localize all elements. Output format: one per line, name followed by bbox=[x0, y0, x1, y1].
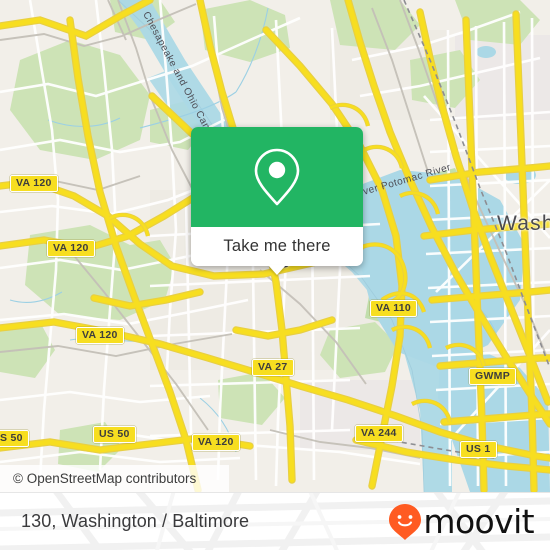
road-shield-us1[interactable]: US 1 bbox=[460, 441, 497, 458]
road-shield-va120[interactable]: VA 120 bbox=[192, 434, 240, 451]
callout-icon-area bbox=[191, 127, 363, 227]
place-label-washington: Wash bbox=[497, 212, 550, 235]
map-attribution[interactable]: © OpenStreetMap contributors bbox=[0, 465, 229, 492]
page-title: 130, Washington / Baltimore bbox=[21, 511, 250, 531]
moovit-station-page: Arlington Wash Chesapeake and Ohio Canal… bbox=[0, 0, 550, 550]
road-shield-us50[interactable]: US 50 bbox=[93, 426, 136, 443]
road-shield-us50[interactable]: S 50 bbox=[0, 430, 29, 447]
road-shield-va244[interactable]: VA 244 bbox=[355, 425, 403, 442]
road-shield-va110[interactable]: VA 110 bbox=[370, 300, 418, 317]
map-pin-icon bbox=[254, 148, 300, 206]
road-shield-va27[interactable]: VA 27 bbox=[252, 359, 294, 376]
moovit-wordmark: moovit bbox=[423, 502, 534, 541]
page-footer: 130, Washington / Baltimore moovit bbox=[0, 492, 550, 550]
road-shield-gwmp[interactable]: GWMP bbox=[469, 368, 517, 385]
take-me-there-label: Take me there bbox=[223, 237, 331, 255]
moovit-logo[interactable]: moovit bbox=[388, 502, 535, 541]
take-me-there-button[interactable]: Take me there bbox=[191, 227, 363, 275]
moovit-smiley-pin-icon bbox=[389, 503, 422, 540]
callout-pointer bbox=[268, 265, 286, 275]
road-shield-va120[interactable]: VA 120 bbox=[47, 240, 95, 257]
road-shield-va120[interactable]: VA 120 bbox=[76, 327, 124, 344]
road-shield-va120[interactable]: VA 120 bbox=[10, 175, 58, 192]
station-callout-card[interactable]: Take me there bbox=[191, 127, 363, 275]
